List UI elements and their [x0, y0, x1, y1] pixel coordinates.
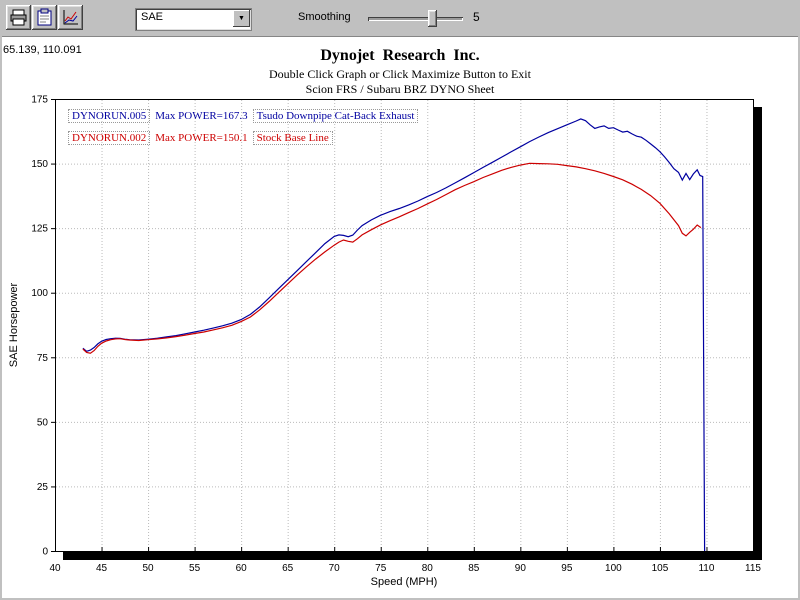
plot-shadow-bottom: [63, 552, 762, 560]
x-axis-label: Speed (MPH): [55, 576, 753, 588]
app-window: SAE ▼ Smoothing 5 65.139, 110.091 Dynoje…: [0, 0, 800, 600]
x-tick-label: 85: [468, 563, 480, 574]
units-dropdown[interactable]: SAE ▼: [135, 8, 252, 31]
graph-icon: [61, 8, 80, 27]
plot-border: [56, 100, 754, 552]
x-tick-label: 95: [561, 563, 573, 574]
plot-shadow-right: [754, 107, 762, 560]
x-tick-label: 40: [49, 563, 61, 574]
legend-item[interactable]: DYNORUN.005 Max POWER=167.3 Tsudo Downpipe…: [68, 110, 418, 122]
x-tick-label: 115: [745, 563, 761, 574]
y-tick-label: 100: [31, 288, 48, 299]
x-tick-label: 70: [329, 563, 341, 574]
x-tick-label: 55: [189, 563, 201, 574]
print-icon: [9, 8, 28, 27]
x-tick-label: 75: [375, 563, 387, 574]
y-axis-label: SAE Horsepower: [8, 270, 20, 380]
smoothing-value: 5: [473, 10, 480, 24]
smoothing-label: Smoothing: [298, 11, 351, 23]
x-tick-label: 45: [96, 563, 108, 574]
slider-thumb[interactable]: [428, 10, 437, 27]
x-tick-label: 60: [236, 563, 248, 574]
x-tick-label: 105: [652, 563, 669, 574]
chart-legend: DYNORUN.005 Max POWER=167.3 Tsudo Downpipe…: [68, 110, 418, 154]
legend-run-name: DYNORUN.005: [68, 109, 150, 123]
graph-settings-button[interactable]: [58, 5, 83, 30]
legend-max-power: Max POWER=167.3: [155, 110, 247, 122]
y-tick-label: 50: [37, 417, 49, 428]
slider-track: [368, 17, 463, 21]
y-tick-label: 25: [37, 482, 49, 493]
y-tick-label: 0: [42, 547, 48, 558]
y-tick-label: 125: [31, 224, 48, 235]
x-tick-label: 50: [143, 563, 155, 574]
x-tick-label: 65: [282, 563, 294, 574]
x-tick-label: 110: [698, 563, 714, 574]
copy-button[interactable]: [32, 5, 57, 30]
legend-item[interactable]: DYNORUN.002 Max POWER=150.1 Stock Base Lin…: [68, 132, 418, 144]
x-tick-label: 90: [515, 563, 527, 574]
dropdown-arrow-icon[interactable]: ▼: [233, 10, 250, 27]
legend-description: Stock Base Line: [253, 131, 333, 145]
clipboard-icon: [35, 8, 54, 27]
legend-description: Tsudo Downpipe Cat-Back Exhaust: [253, 109, 419, 123]
legend-run-name: DYNORUN.002: [68, 131, 150, 145]
y-tick-label: 175: [31, 95, 48, 106]
y-tick-label: 150: [31, 159, 48, 170]
toolbar: SAE ▼ Smoothing 5: [0, 0, 800, 37]
print-button[interactable]: [6, 5, 31, 30]
legend-max-power: Max POWER=150.1: [155, 132, 247, 144]
x-tick-label: 80: [422, 563, 434, 574]
smoothing-slider[interactable]: [368, 9, 463, 28]
x-tick-label: 100: [605, 563, 622, 574]
units-dropdown-value: SAE: [141, 11, 163, 23]
y-tick-label: 75: [37, 353, 49, 364]
